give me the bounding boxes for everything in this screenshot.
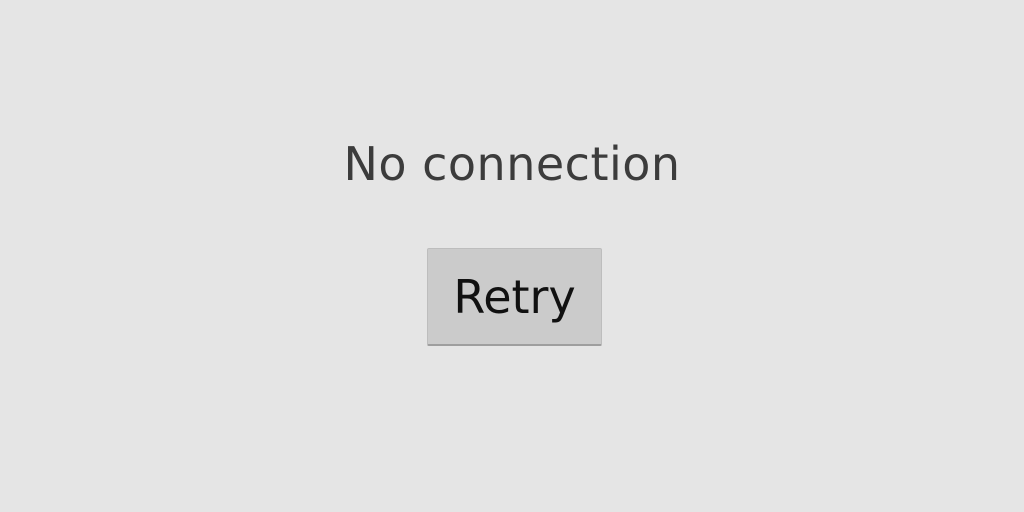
no-connection-screen: No connection Retry [0,0,1024,512]
connection-error-message: No connection [343,137,681,191]
retry-button[interactable]: Retry [427,248,602,346]
